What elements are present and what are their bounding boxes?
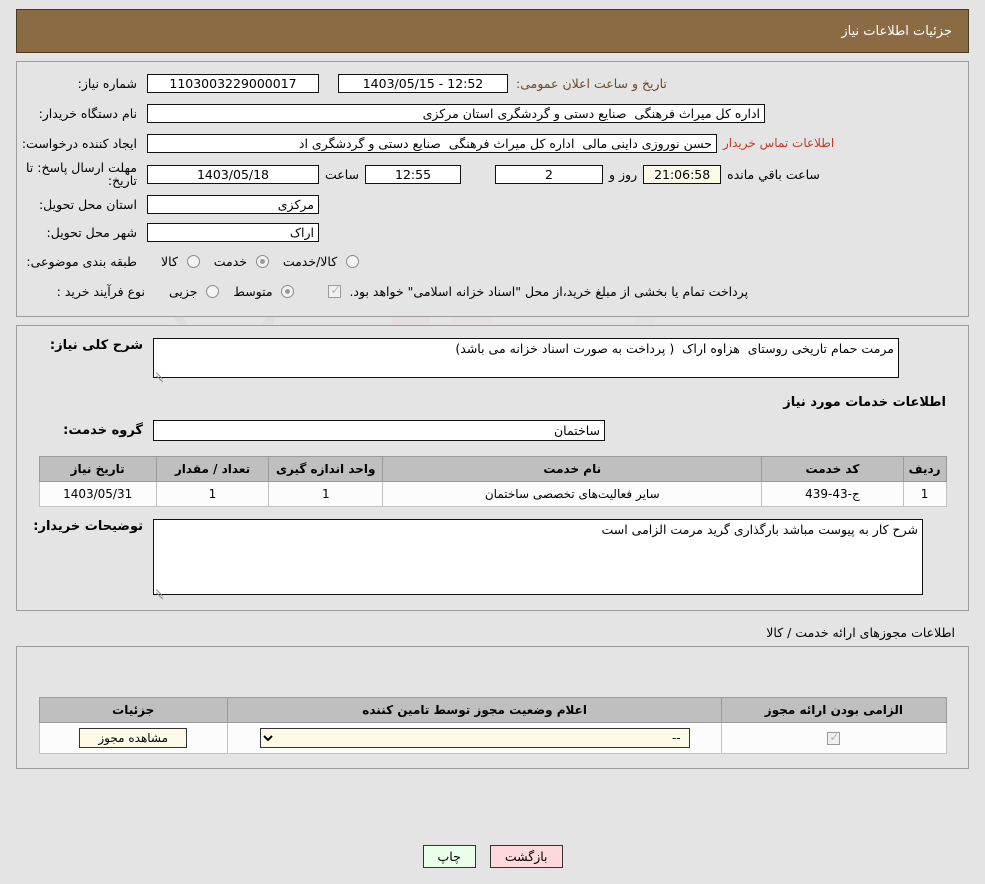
city-input[interactable] [147, 222, 319, 242]
requester-input[interactable] [147, 133, 717, 153]
city-label: شهر محل تحویل: [46, 224, 137, 240]
view-license-button[interactable]: مشاهده مجوز [79, 728, 188, 748]
treasury-checkbox[interactable] [328, 283, 342, 298]
row-buyer-org: نام دستگاه خریدار: [17, 98, 968, 128]
footer-buttons: بازگشت چاپ [0, 845, 985, 868]
radio-motevaset[interactable] [281, 284, 295, 298]
page-title: جزئیات اطلاعات نیاز [841, 23, 952, 39]
page-header: جزئیات اطلاعات نیاز [16, 9, 969, 53]
row-buyer-notes: شرح کار به پیوست مباشد بارگذاری گرید مرم… [17, 517, 968, 600]
license-required-checkbox [827, 730, 841, 745]
row-province: استان محل تحویل: [17, 190, 968, 218]
col-need-date: تاریخ نیاز [38, 456, 157, 482]
cell-service-name: سایر فعالیت‌های تخصصی ساختمان [382, 481, 763, 507]
radio-kala[interactable] [186, 254, 200, 268]
remaining-time-label: ساعت باقي مانده [727, 166, 820, 182]
radio-kala-khedmat[interactable] [346, 254, 359, 268]
process-label-1: متوسط [233, 283, 273, 299]
category-option-0[interactable]: کالا [147, 254, 200, 269]
process-type-label: نوع فرآیند خرید : [56, 283, 145, 299]
cell-license-required [721, 722, 947, 754]
cell-service-code: ج-43-439 [761, 481, 904, 507]
deadline-hour-input[interactable] [365, 164, 462, 184]
col-license-required: الزامی بودن ارائه مجوز [721, 697, 947, 723]
cell-license-status: -- [226, 722, 723, 754]
announce-datetime-label: تاریخ و ساعت اعلان عمومی: [516, 75, 667, 91]
need-info-panel: تاریخ و ساعت اعلان عمومی: شماره نیاز: نا… [16, 61, 969, 317]
process-option-1[interactable]: متوسط [219, 283, 295, 299]
licenses-table-wrapper: الزامی بودن ارائه مجوز اعلام وضعیت مجوز … [17, 697, 968, 754]
licenses-panel: الزامی بودن ارائه مجوز اعلام وضعیت مجوز … [16, 646, 969, 769]
category-label: طبقه بندی موضوعی: [26, 253, 137, 269]
cell-need-date: 1403/05/31 [38, 481, 157, 507]
buyer-notes-label: توضیحات خریدار: [33, 519, 143, 534]
row-need-description: مرمت حمام تاریخی روستای هزاوه اراک ( پرد… [17, 336, 968, 383]
services-panel: مرمت حمام تاریخی روستای هزاوه اراک ( پرد… [16, 325, 969, 611]
process-option-0[interactable]: جزیی [155, 283, 220, 299]
cell-license-details: مشاهده مجوز [38, 722, 228, 754]
col-service-name: نام خدمت [382, 456, 763, 482]
buyer-contact-link[interactable]: اطلاعات تماس خریدار [723, 136, 834, 150]
services-table: ردیف کد خدمت نام خدمت واحد اندازه گیری ت… [38, 456, 947, 507]
category-option-2[interactable]: کالا/خدمت [269, 254, 359, 269]
service-group-input[interactable] [153, 419, 605, 441]
requester-label: ایجاد کننده درخواست: [21, 135, 137, 151]
deadline-hour-label: ساعت [325, 166, 360, 182]
licenses-section-title: اطلاعات مجوزهای ارائه خدمت / کالا [766, 625, 955, 640]
buyer-org-input[interactable] [147, 103, 765, 123]
back-button[interactable]: بازگشت [489, 845, 563, 868]
services-table-wrapper: ردیف کد خدمت نام خدمت واحد اندازه گیری ت… [17, 456, 968, 507]
province-input[interactable] [147, 194, 319, 214]
deadline-date-input[interactable] [147, 164, 319, 184]
col-license-details: جزئیات [38, 697, 228, 723]
col-quantity: تعداد / مقدار [155, 456, 270, 482]
col-service-code: کد خدمت [761, 456, 904, 482]
row-requester: اطلاعات تماس خریدار ایجاد کننده درخواست: [17, 128, 968, 158]
col-license-status: اعلام وضعیت مجوز توسط تامین کننده [226, 697, 723, 723]
row-need-number: تاریخ و ساعت اعلان عمومی: شماره نیاز: [17, 68, 968, 98]
license-status-select[interactable]: -- [259, 728, 690, 748]
deadline-label: مهلت ارسال پاسخ: تا تاریخ: [26, 160, 137, 188]
cell-unit: 1 [268, 481, 384, 507]
row-process-type: پرداخت تمام یا بخشی از مبلغ خرید،از محل … [17, 276, 968, 306]
remaining-days-label: روز و [609, 166, 638, 182]
category-option-1[interactable]: خدمت [200, 254, 269, 269]
category-label-1: خدمت [213, 253, 247, 269]
row-category: کالا/خدمت خدمت کالا طبقه بندی موضوعی: [17, 246, 968, 276]
col-unit: واحد اندازه گیری [268, 456, 384, 482]
need-description-label: شرح کلی نیاز: [49, 338, 143, 353]
need-number-label: شماره نیاز: [77, 75, 137, 91]
cell-quantity: 1 [155, 481, 270, 507]
remaining-days-input [495, 164, 604, 184]
row-city: شهر محل تحویل: [17, 218, 968, 246]
licenses-table: الزامی بودن ارائه مجوز اعلام وضعیت مجوز … [38, 697, 947, 754]
services-table-header-row: ردیف کد خدمت نام خدمت واحد اندازه گیری ت… [38, 456, 947, 482]
category-label-0: کالا [161, 253, 178, 269]
row-deadline: ساعت باقي مانده روز و ساعت مهلت ارسال پا… [17, 158, 968, 190]
buyer-notes-textarea[interactable]: شرح کار به پیوست مباشد بارگذاری گرید مرم… [153, 519, 923, 595]
table-row: -- مشاهده مجوز [38, 722, 947, 754]
col-radif: ردیف [902, 456, 947, 482]
cell-radif: 1 [902, 481, 947, 507]
announce-datetime-input[interactable] [338, 73, 508, 93]
remaining-time-input [643, 164, 722, 184]
province-label: استان محل تحویل: [38, 196, 137, 212]
need-description-textarea[interactable]: مرمت حمام تاریخی روستای هزاوه اراک ( پرد… [153, 338, 899, 378]
service-group-label: گروه خدمت: [63, 422, 143, 438]
licenses-table-header-row: الزامی بودن ارائه مجوز اعلام وضعیت مجوز … [38, 697, 947, 723]
table-row: 1 ج-43-439 سایر فعالیت‌های تخصصی ساختمان… [38, 481, 947, 507]
category-label-2: کالا/خدمت [282, 253, 338, 269]
radio-khedmat[interactable] [255, 254, 269, 268]
radio-jozei[interactable] [206, 284, 220, 298]
row-service-group: گروه خدمت: [17, 414, 968, 446]
buyer-org-label: نام دستگاه خریدار: [38, 105, 137, 121]
print-button[interactable]: چاپ [422, 845, 476, 868]
process-label-0: جزیی [169, 283, 198, 299]
need-number-input[interactable] [147, 73, 319, 93]
treasury-note: پرداخت تمام یا بخشی از مبلغ خرید،از محل … [349, 283, 749, 299]
services-section-title: اطلاعات خدمات مورد نیاز [783, 395, 946, 410]
